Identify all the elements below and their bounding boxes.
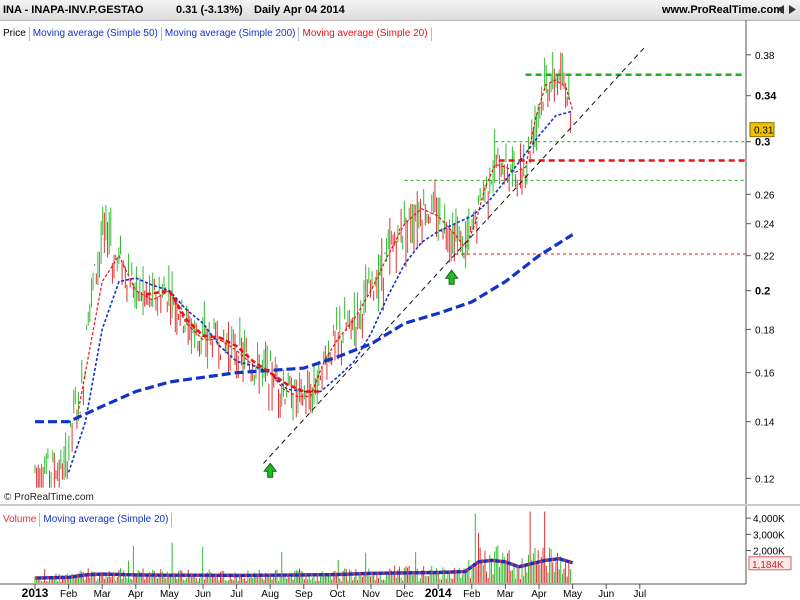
x-tick-label: Jul [230, 589, 243, 600]
volume-bars [34, 511, 571, 583]
volume-panel: 2,000K 3,000K 4,000K 1,184K [34, 506, 792, 584]
x-tick-label: Oct [330, 589, 346, 600]
copyright-label: © ProRealTime.com [4, 492, 94, 503]
price-tick-label: 0.26 [755, 190, 775, 201]
x-tick-label: Jun [598, 589, 614, 600]
last-volume-label: 1,184K [752, 560, 784, 571]
x-tick-label: Dec [396, 589, 414, 600]
price-bars [34, 52, 571, 488]
volume-sma20-line[interactable] [34, 556, 574, 580]
volume-tick-label: 4,000K [753, 514, 785, 525]
volume-tick-label: 3,000K [753, 530, 785, 541]
sma200-line[interactable] [35, 233, 574, 424]
stock-chart: 0.12 0.14 0.16 0.18 0.2 0.22 0.24 0.26 0.3 0.34 0.… [0, 20, 800, 600]
x-tick-label: May [563, 589, 582, 600]
price-tick-label: 0.3 [755, 137, 770, 149]
x-tick-label: 2014 [425, 586, 452, 600]
x-tick-label: Mar [94, 589, 112, 600]
x-tick-label: Nov [362, 589, 380, 600]
last-price-label: 0.31 [754, 126, 774, 137]
price-tick-label: 0.18 [755, 325, 775, 336]
price-tick-label: 0.22 [755, 252, 775, 263]
price-tick-label: 0.16 [755, 369, 775, 380]
volume-y-ticks: 2,000K 3,000K 4,000K 1,184K [746, 514, 792, 571]
price-tick-label: 0.24 [755, 220, 775, 231]
price-plot-area[interactable] [0, 36, 746, 504]
price-overlays [35, 44, 746, 478]
buy-signal-arrow[interactable] [263, 462, 278, 478]
x-tick-label: Feb [60, 589, 78, 600]
x-tick-label: Jul [633, 589, 646, 600]
price-tick-label: 0.14 [755, 418, 775, 429]
x-tick-label: Apr [128, 589, 144, 600]
price-y-ticks: 0.12 0.14 0.16 0.18 0.2 0.22 0.24 0.26 0.3 0.34 0.… [746, 51, 777, 485]
x-tick-label: Jun [195, 589, 211, 600]
x-tick-label: Mar [497, 589, 515, 600]
volume-overlays [34, 556, 574, 580]
x-tick-label: Apr [531, 589, 547, 600]
x-tick-label: Feb [463, 589, 481, 600]
x-tick-label: Aug [261, 589, 279, 600]
x-tick-label: May [160, 589, 179, 600]
x-axis: 2013 Feb Mar Apr May Jun Jul Aug Sep Oct Nov Dec 201… [22, 584, 646, 600]
x-tick-label: 2013 [22, 586, 49, 600]
buy-signal-arrow[interactable] [444, 269, 459, 285]
price-tick-label: 0.38 [755, 51, 775, 62]
price-tick-label: 0.12 [755, 474, 775, 485]
price-panel: 0.12 0.14 0.16 0.18 0.2 0.22 0.24 0.26 0.3 0.34 0.… [0, 20, 777, 504]
price-tick-label: 0.34 [755, 91, 777, 103]
volume-tick-label: 2,000K [753, 547, 785, 558]
x-tick-label: Sep [295, 589, 313, 600]
price-tick-label: 0.2 [755, 286, 770, 298]
